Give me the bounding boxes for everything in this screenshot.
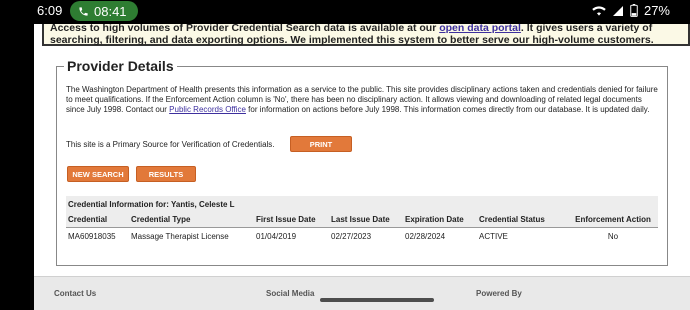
call-duration: 08:41 xyxy=(94,3,127,19)
cell-credential-type: Massage Therapist License xyxy=(131,231,229,241)
header-credential: Credential xyxy=(68,215,108,224)
ongoing-call-chip[interactable]: 08:41 xyxy=(70,1,138,21)
intro-text-end: for information on actions before July 1… xyxy=(245,105,650,114)
wifi-icon xyxy=(592,5,606,16)
gesture-navigation-bar[interactable] xyxy=(320,298,434,302)
header-expiration-date: Expiration Date xyxy=(405,215,464,224)
cell-credential-status: ACTIVE xyxy=(479,231,508,241)
status-bar: 6:09 08:41 27% xyxy=(0,0,690,24)
new-search-button[interactable]: NEW SEARCH xyxy=(67,166,129,182)
banner-text-start: Access to high volumes of Provider Crede… xyxy=(50,24,440,34)
page-footer: Contact Us Social Media Powered By xyxy=(34,276,690,310)
header-first-issue-date: First Issue Date xyxy=(256,215,316,224)
cell-enforcement-action: No xyxy=(607,231,619,241)
credential-table: Credential Information for: Yantis, Cele… xyxy=(66,196,658,244)
cell-expiration-date: 02/28/2024 xyxy=(405,231,446,241)
phone-icon xyxy=(79,6,88,16)
provider-details-heading: Provider Details xyxy=(64,58,177,74)
results-button[interactable]: RESULTS xyxy=(136,166,196,182)
battery-percent: 27% xyxy=(643,3,670,18)
header-enforcement-action: Enforcement Action xyxy=(575,215,651,224)
header-credential-status: Credential Status xyxy=(479,215,545,224)
battery-icon xyxy=(630,4,638,17)
header-last-issue-date: Last Issue Date xyxy=(331,215,390,224)
status-icons: 27% xyxy=(592,3,670,18)
open-data-portal-link[interactable]: open data portal xyxy=(439,24,521,34)
browser-viewport[interactable]: Access to high volumes of Provider Crede… xyxy=(34,24,690,310)
credential-table-title: Credential Information for: Yantis, Cele… xyxy=(66,196,658,212)
cell-first-issue-date: 01/04/2019 xyxy=(256,231,297,241)
public-records-office-link[interactable]: Public Records Office xyxy=(169,105,246,114)
table-row: MA60918035 Massage Therapist License 01/… xyxy=(66,228,658,244)
provider-intro-text: The Washington Department of Health pres… xyxy=(66,85,662,115)
open-data-banner: Access to high volumes of Provider Crede… xyxy=(42,24,690,46)
footer-contact-us[interactable]: Contact Us xyxy=(54,289,96,298)
footer-powered-by: Powered By xyxy=(476,289,522,298)
credential-table-header: Credential Credential Type First Issue D… xyxy=(66,212,658,228)
clock: 6:09 xyxy=(37,3,63,18)
signal-icon xyxy=(612,5,623,16)
header-credential-type: Credential Type xyxy=(131,215,191,224)
print-button[interactable]: PRINT xyxy=(290,136,352,152)
cell-credential: MA60918035 xyxy=(68,231,116,241)
primary-source-text: This site is a Primary Source for Verifi… xyxy=(66,140,275,149)
footer-social-media[interactable]: Social Media xyxy=(266,289,314,298)
cell-last-issue-date: 02/27/2023 xyxy=(331,231,372,241)
